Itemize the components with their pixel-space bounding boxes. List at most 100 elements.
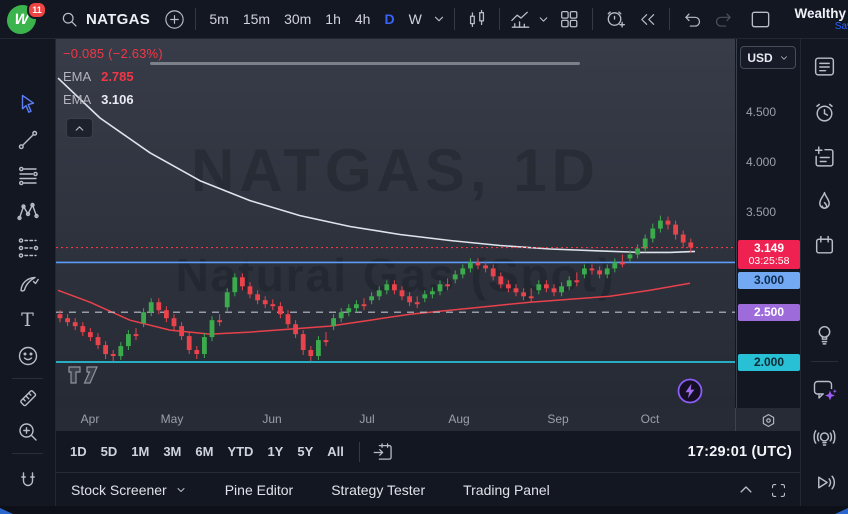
zoom-in-icon xyxy=(18,422,37,441)
timeframe-D[interactable]: D xyxy=(377,6,401,32)
text-tool-icon: T xyxy=(21,308,34,331)
symbol-change-text: −0.085 (−2.63%) xyxy=(63,46,163,61)
axis-settings-button[interactable] xyxy=(757,409,779,431)
gear-icon xyxy=(762,413,774,427)
tool-cursor[interactable] xyxy=(15,91,40,116)
undo-button[interactable] xyxy=(676,9,707,30)
watchlist-button[interactable] xyxy=(811,53,838,80)
bar-replay-button[interactable] xyxy=(632,9,663,30)
account-name: Wealthy xyxy=(794,5,847,21)
indicator-row-ema-fast[interactable]: EMA 2.785 xyxy=(63,69,163,84)
forecast-icon xyxy=(18,237,38,258)
tool-text[interactable]: T xyxy=(15,307,40,332)
ideas-button[interactable] xyxy=(811,321,838,348)
indicator-row-ema-slow[interactable]: EMA 3.106 xyxy=(63,92,163,107)
range-3M[interactable]: 3M xyxy=(156,440,188,464)
range-6M[interactable]: 6M xyxy=(188,440,220,464)
timeframe-15m[interactable]: 15m xyxy=(236,6,277,32)
timeframe-4h[interactable]: 4h xyxy=(348,6,378,32)
indicators-button[interactable] xyxy=(506,8,535,31)
footer-tab-label: Pine Editor xyxy=(224,481,294,498)
month-label-Apr: Apr xyxy=(80,412,100,426)
range-5D[interactable]: 5D xyxy=(94,440,125,464)
toolbar-divider xyxy=(591,8,593,30)
toolbar-divider xyxy=(498,8,500,30)
broker-account-panel[interactable]: Wealthy Sav xyxy=(782,0,848,38)
tool-fib-retracement[interactable] xyxy=(15,163,40,188)
alerts-button[interactable] xyxy=(811,99,838,126)
range-1D[interactable]: 1D xyxy=(63,440,94,464)
price-badge-2.000: 2.000 xyxy=(738,353,800,371)
window-bottom-strip xyxy=(0,506,848,514)
clock-display[interactable]: 17:29:01 (UTC) xyxy=(688,431,792,472)
month-label-Oct: Oct xyxy=(640,412,660,426)
tool-brush[interactable] xyxy=(15,271,40,296)
chat-sparkles-icon xyxy=(813,380,838,403)
go-to-date-button[interactable] xyxy=(368,441,398,463)
calendar-icon xyxy=(815,235,834,254)
cursor-icon xyxy=(21,94,34,113)
live-ideas-button[interactable] xyxy=(811,425,838,452)
range-YTD[interactable]: YTD xyxy=(220,440,260,464)
chart-style-button[interactable] xyxy=(461,8,492,30)
tool-ruler[interactable] xyxy=(15,385,40,410)
drawing-toolbar: T xyxy=(0,38,56,514)
timeframe-30m[interactable]: 30m xyxy=(277,6,318,32)
screenshot-button[interactable] xyxy=(739,8,782,31)
journal-button[interactable] xyxy=(811,144,838,171)
quick-trade-bolt-button[interactable] xyxy=(676,377,704,405)
range-1Y[interactable]: 1Y xyxy=(260,440,290,464)
indicator-templates-button[interactable] xyxy=(535,13,553,26)
hotlists-button[interactable] xyxy=(811,188,838,215)
alert-add-button[interactable] xyxy=(599,8,632,31)
price-badge-2.500: 2.500 xyxy=(738,303,800,321)
tool-xabcd-pattern[interactable] xyxy=(15,199,40,224)
toolbar-divider xyxy=(195,8,197,30)
play-waves-icon xyxy=(818,475,836,490)
tool-forecast[interactable] xyxy=(15,235,40,260)
account-menu-button[interactable]: W 11 xyxy=(0,0,47,38)
range-1M[interactable]: 1M xyxy=(124,440,156,464)
tool-zoom-in[interactable] xyxy=(15,419,40,444)
redo-button[interactable] xyxy=(708,9,739,30)
xabcd-pattern-icon xyxy=(16,202,39,220)
month-label-Jun: Jun xyxy=(262,412,282,426)
tradingview-logo-watermark[interactable] xyxy=(67,364,103,386)
layout-grid-button[interactable] xyxy=(553,8,586,30)
chat-ai-button[interactable] xyxy=(811,377,838,404)
chart-pane[interactable]: NATGAS, 1D Natural Gas (Spot) −0.085 (−2… xyxy=(56,38,735,408)
countdown-timer: 03:25:58 xyxy=(748,254,790,267)
tool-emoji[interactable] xyxy=(15,343,40,368)
tool-trend-line[interactable] xyxy=(15,127,40,152)
footer-tab-stock-screener[interactable]: Stock Screener xyxy=(71,482,187,498)
timeframe-5m[interactable]: 5m xyxy=(202,6,235,32)
tool-magnet[interactable] xyxy=(15,468,40,493)
search-icon xyxy=(62,12,77,27)
toolbar-divider xyxy=(12,378,43,379)
compare-add-button[interactable] xyxy=(160,8,189,31)
chevron-up-icon xyxy=(75,125,84,131)
timeframe-menu-button[interactable] xyxy=(429,12,449,26)
panel-collapse-button[interactable] xyxy=(737,481,755,499)
range-list: 1D 5D 1M 3M 6M YTD 1Y 5Y All xyxy=(63,440,351,464)
legend-collapse-button[interactable] xyxy=(66,118,93,138)
axis-corner-divider xyxy=(735,408,736,431)
candles-icon xyxy=(469,9,485,27)
price-axis[interactable]: USD 4.500 4.000 3.500 3.000 2.500 2.000 3.149 0… xyxy=(736,38,801,408)
footer-tab-trading-panel[interactable]: Trading Panel xyxy=(463,482,550,498)
panel-maximize-button[interactable] xyxy=(769,481,788,500)
undo-arrow-icon xyxy=(684,12,700,27)
footer-tab-pine-editor[interactable]: Pine Editor xyxy=(225,482,293,498)
shows-button[interactable] xyxy=(811,469,838,496)
sidebar-divider xyxy=(811,361,838,362)
calendar-button[interactable] xyxy=(811,232,838,259)
timeframe-W[interactable]: W xyxy=(402,6,429,32)
symbol-search-button[interactable]: NATGAS xyxy=(46,0,160,38)
range-All[interactable]: All xyxy=(320,440,351,464)
fib-retracement-icon xyxy=(18,166,38,185)
range-5Y[interactable]: 5Y xyxy=(290,440,320,464)
footer-tab-strategy-tester[interactable]: Strategy Tester xyxy=(331,482,425,498)
timeframe-1h[interactable]: 1h xyxy=(318,6,348,32)
time-axis[interactable]: Apr May Jun Jul Aug Sep Oct xyxy=(55,408,800,432)
currency-selector[interactable]: USD xyxy=(740,46,796,69)
